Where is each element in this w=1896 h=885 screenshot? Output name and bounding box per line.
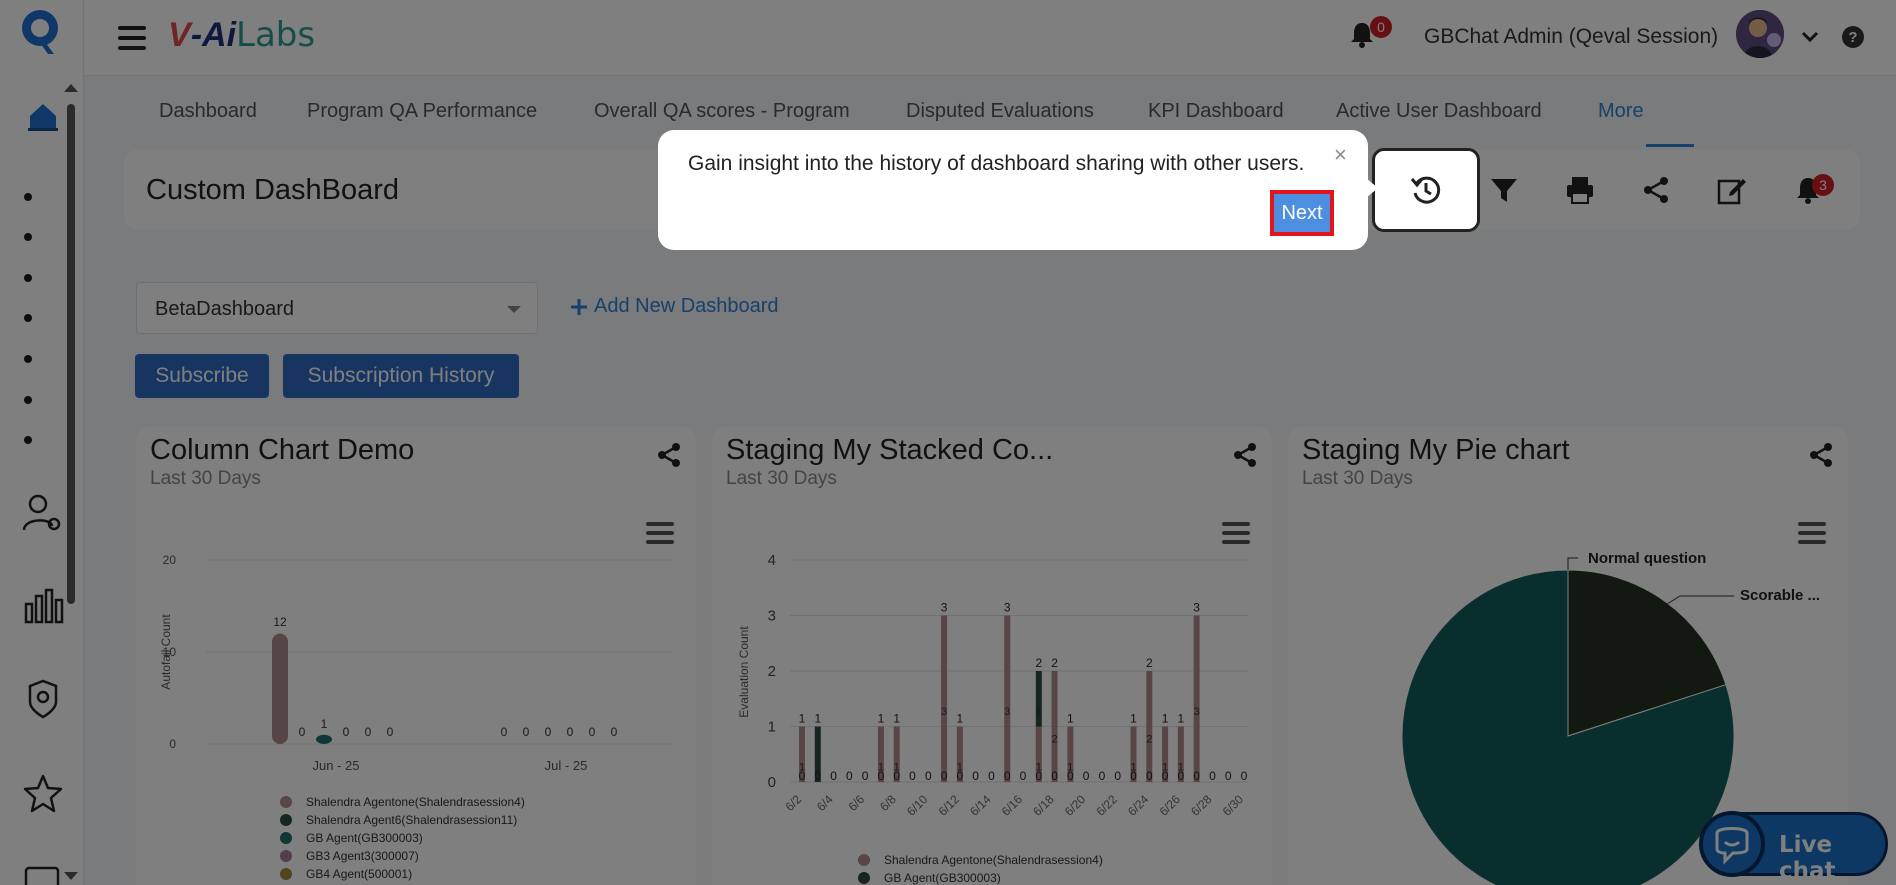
history-button[interactable] [1372,148,1480,232]
history-icon [1410,176,1441,204]
next-button[interactable]: Next [1270,190,1334,236]
tour-tooltip-text: Gain insight into the history of dashboa… [688,152,1305,175]
tour-tooltip: Gain insight into the history of dashboa… [658,130,1378,250]
tooltip-arrow [1366,178,1378,198]
close-icon[interactable]: × [1334,142,1347,168]
